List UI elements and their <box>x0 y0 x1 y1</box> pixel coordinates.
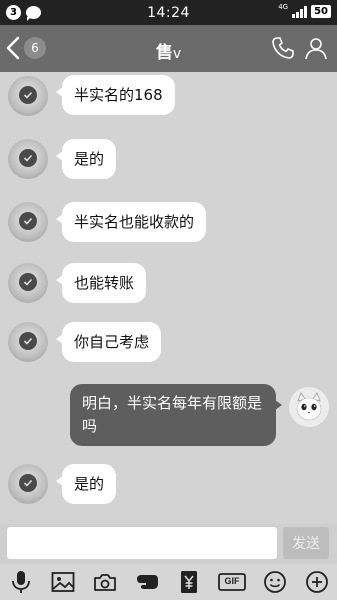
message-bubble[interactable]: 是的 <box>55 464 117 504</box>
message-list[interactable]: 半实名的168 是的 半实名也能收款的 也能转账 你自己考虑 明白，半实名每年有… <box>0 72 337 524</box>
contact-avatar[interactable] <box>8 76 48 116</box>
signal-icon <box>292 5 308 18</box>
camera-icon <box>94 574 116 591</box>
chat-header: 6 售v <box>0 25 337 72</box>
user-avatar[interactable] <box>289 387 329 427</box>
message-bubble[interactable]: 也能转账 <box>55 263 147 303</box>
message-item: 半实名也能收款的 <box>0 198 337 250</box>
send-button[interactable]: 发送 <box>283 527 329 559</box>
shake-icon <box>137 575 158 589</box>
check-icon <box>19 86 37 104</box>
battery-indicator: 50 <box>311 5 331 18</box>
check-icon <box>19 212 37 230</box>
person-icon <box>305 38 327 60</box>
contact-avatar[interactable] <box>8 139 48 179</box>
message-item-self: 明白，半实名每年有限额是吗 <box>0 384 337 446</box>
emoji-icon <box>264 571 286 593</box>
red-packet-button[interactable] <box>176 569 202 595</box>
check-icon <box>19 332 37 350</box>
shake-button[interactable] <box>134 569 160 595</box>
message-bubble[interactable]: 半实名的168 <box>56 75 175 115</box>
message-item: 半实名的168 <box>0 72 337 124</box>
more-button[interactable] <box>304 569 330 595</box>
gif-button[interactable]: GIF <box>218 569 246 595</box>
network-type: 4G <box>278 3 289 11</box>
contact-name: 售 <box>155 43 173 63</box>
composer: 发送 <box>0 524 337 564</box>
contact-avatar[interactable] <box>8 202 48 242</box>
message-bubble[interactable]: 是的 <box>55 139 117 179</box>
camera-button[interactable] <box>92 569 118 595</box>
microphone-icon <box>12 571 30 593</box>
contact-avatar[interactable] <box>8 263 48 303</box>
message-item: 你自己考虑 <box>0 322 337 374</box>
message-item: 是的 <box>0 462 337 514</box>
check-icon <box>19 474 37 492</box>
gif-label: GIF <box>224 576 240 586</box>
check-icon <box>19 273 37 291</box>
contact-avatar[interactable] <box>8 464 48 504</box>
contact-name-suffix: v <box>172 46 182 62</box>
message-item: 是的 <box>0 135 337 187</box>
cat-avatar-icon <box>289 387 329 427</box>
message-item: 也能转账 <box>0 261 337 313</box>
red-packet-icon <box>181 571 197 593</box>
emoji-button[interactable] <box>262 569 288 595</box>
phone-icon <box>272 37 294 59</box>
message-input[interactable] <box>7 527 277 559</box>
message-bubble[interactable]: 半实名也能收款的 <box>55 202 207 242</box>
message-bubble[interactable]: 你自己考虑 <box>55 322 162 362</box>
plus-icon <box>306 571 328 593</box>
check-icon <box>19 149 37 167</box>
voice-button[interactable] <box>8 569 34 595</box>
call-button[interactable] <box>271 36 295 64</box>
profile-button[interactable] <box>304 36 328 64</box>
status-right: 4G 50 <box>278 3 331 18</box>
composer-toolbar: GIF <box>0 564 337 600</box>
image-icon <box>51 572 75 592</box>
image-button[interactable] <box>50 569 76 595</box>
contact-avatar[interactable] <box>8 322 48 362</box>
status-bar: 3 14:24 4G 50 <box>0 0 337 25</box>
message-bubble-self[interactable]: 明白，半实名每年有限额是吗 <box>70 384 282 446</box>
